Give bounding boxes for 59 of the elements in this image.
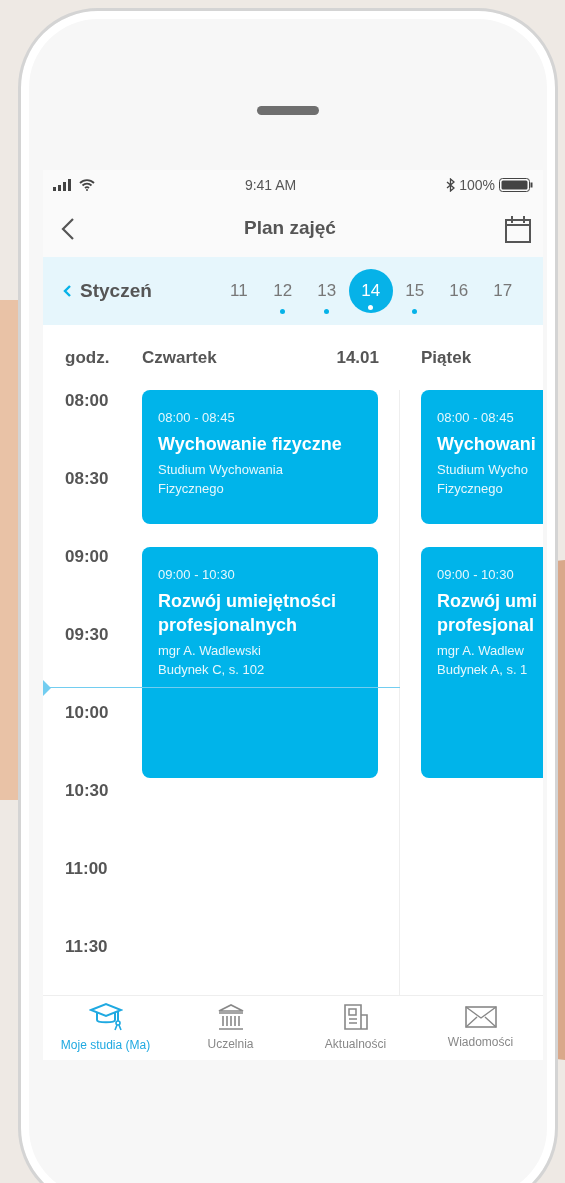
current-time-marker xyxy=(43,680,51,696)
event-detail: Fizycznego xyxy=(437,479,504,498)
event-time: 08:00 - 08:45 xyxy=(437,409,515,427)
envelope-icon xyxy=(464,1005,497,1029)
tab-button[interactable]: Aktualności xyxy=(293,996,418,1060)
tab-button[interactable]: Moje studia (Ma) xyxy=(43,996,168,1060)
month-label: Styczeń xyxy=(80,278,152,303)
hour-label: 10:00 xyxy=(65,703,109,722)
day-name: Piątek xyxy=(421,347,472,367)
wifi-icon xyxy=(79,179,95,191)
status-time: 9:41 AM xyxy=(244,175,297,195)
event-detail: Budynek A, s. 1 xyxy=(437,660,529,679)
newspaper-icon xyxy=(342,1003,369,1031)
hour-label: 08:00 xyxy=(65,391,109,410)
day-button[interactable]: 13 xyxy=(304,269,349,313)
day-button[interactable]: 17 xyxy=(480,269,525,313)
day-button[interactable]: 11 xyxy=(216,269,261,313)
tab-button[interactable]: Uczelnia xyxy=(168,996,293,1060)
event-title: Rozwój umiejętności xyxy=(158,589,338,613)
back-button[interactable] xyxy=(61,216,75,241)
event-detail: Fizycznego xyxy=(158,479,225,498)
hour-label: 08:30 xyxy=(65,469,109,488)
day-button[interactable]: 12 xyxy=(260,269,305,313)
speaker-grille xyxy=(257,106,319,115)
event-detail: Studium Wycho xyxy=(437,460,529,479)
event-card[interactable]: 08:00 - 08:45 Wychowani Studium Wycho Fizycznego xyxy=(421,390,543,524)
event-detail: Budynek C, s. 102 xyxy=(158,660,266,679)
event-detail: mgr A. Wadlewski xyxy=(158,641,262,660)
battery-percent: 100% xyxy=(459,175,495,195)
screen-title: Plan zajęć xyxy=(244,216,336,241)
event-title: Wychowanie fizyczne xyxy=(158,432,343,456)
hour-label: 09:00 xyxy=(65,547,109,566)
bluetooth-icon xyxy=(446,178,456,192)
day-name: Czwartek xyxy=(142,346,217,369)
event-detail: mgr A. Wadlew xyxy=(437,641,525,660)
day-button[interactable]: 15 xyxy=(392,269,437,313)
day-button[interactable]: 16 xyxy=(436,269,481,313)
event-card[interactable]: 09:00 - 10:30 Rozwój umiejętności profesjonalnych mgr A. Wadlewski Budynek C, s. 102 xyxy=(142,547,378,778)
day-button[interactable]: 14 xyxy=(348,269,393,313)
event-detail: Studium Wychowania xyxy=(158,460,284,479)
calendar-button[interactable] xyxy=(505,214,531,243)
event-card[interactable]: 08:00 - 08:45 Wychowanie fizyczne Studium Wychowania Fizycznego xyxy=(142,390,378,524)
event-time: 09:00 - 10:30 xyxy=(437,566,515,584)
hour-label: 10:30 xyxy=(65,781,109,800)
tab-button[interactable]: Wiadomości xyxy=(418,996,543,1060)
event-time: 08:00 - 08:45 xyxy=(158,409,236,427)
hour-label: 11:30 xyxy=(65,937,108,956)
hour-label: 11:00 xyxy=(65,859,108,878)
day-date: 14.01 xyxy=(336,346,379,369)
event-title: profesjonalnych xyxy=(158,613,299,637)
graduation-cap-icon xyxy=(88,1002,123,1032)
event-card[interactable]: 09:00 - 10:30 Rozwój umi profesjonal mgr A. Wadlew Budynek A, s. 1 xyxy=(421,547,543,778)
event-title: Wychowani xyxy=(437,432,537,456)
hour-label: 09:30 xyxy=(65,625,109,644)
column-heading: godz. xyxy=(65,347,110,367)
event-title: profesjonal xyxy=(437,613,535,637)
event-time: 09:00 - 10:30 xyxy=(158,566,236,584)
battery-icon xyxy=(499,178,533,192)
event-title: Rozwój umi xyxy=(437,589,538,613)
